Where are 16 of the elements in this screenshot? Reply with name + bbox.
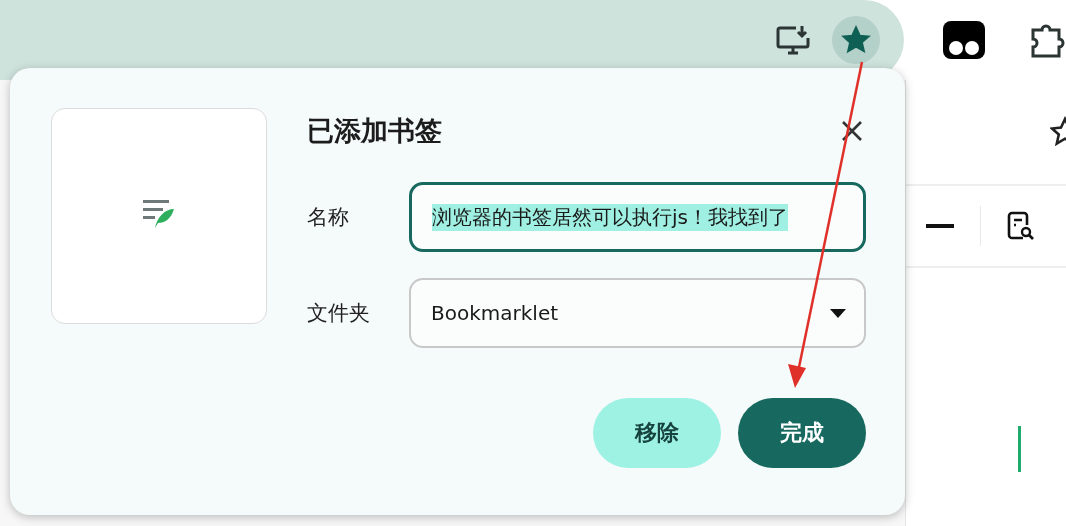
extension-icon[interactable] bbox=[942, 20, 986, 60]
field-label: 文件夹 bbox=[307, 300, 371, 327]
name-field[interactable]: 浏览器的书签居然可以执行js！我找到了 bbox=[409, 182, 866, 252]
install-app-icon[interactable] bbox=[776, 25, 810, 55]
quill-note-icon bbox=[143, 199, 175, 229]
dialog-title: 已添加书签 bbox=[307, 114, 442, 148]
remove-button[interactable]: 移除 bbox=[593, 398, 721, 468]
close-icon[interactable] bbox=[840, 119, 864, 143]
field-label: 名称 bbox=[307, 204, 350, 231]
puzzle-icon[interactable] bbox=[1030, 22, 1066, 58]
document-search-icon[interactable] bbox=[1007, 211, 1035, 241]
bookmark-star-button[interactable] bbox=[832, 16, 880, 64]
folder-dropdown[interactable]: Bookmarklet bbox=[409, 278, 866, 348]
done-button[interactable]: 完成 bbox=[738, 398, 866, 468]
star-icon bbox=[841, 25, 871, 55]
caret-icon bbox=[830, 308, 846, 318]
